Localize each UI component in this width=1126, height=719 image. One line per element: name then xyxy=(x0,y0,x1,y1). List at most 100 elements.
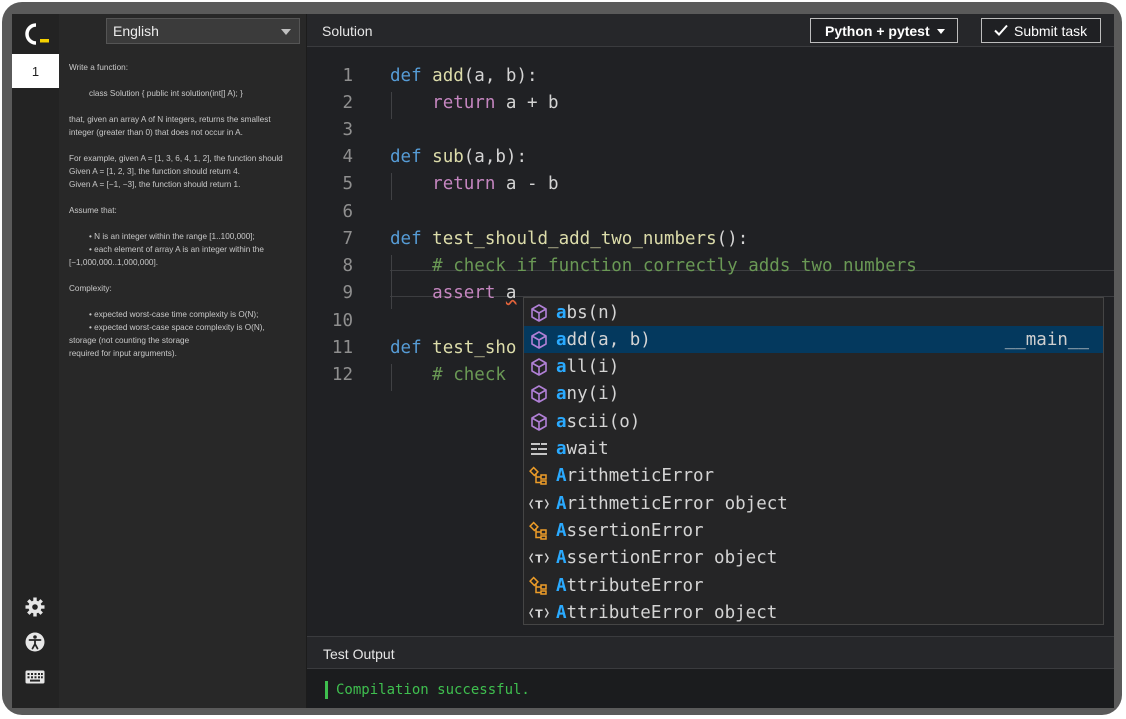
code-text: (a, b): xyxy=(463,66,538,86)
code-text: a + b xyxy=(495,93,559,113)
test-output-header: Test Output xyxy=(307,636,1114,669)
keyword-icon xyxy=(528,438,550,460)
code-keyword: def xyxy=(390,338,422,358)
class-icon xyxy=(528,520,550,542)
framework-select[interactable]: Python + pytest xyxy=(810,18,958,43)
desc-line: • expected worst-case time complexity is… xyxy=(89,310,259,319)
left-rail: 1 xyxy=(12,14,59,708)
suggestion-label: ttributeError object xyxy=(566,602,778,623)
code-comment: # check xyxy=(432,365,506,385)
line-number: 9 xyxy=(342,283,353,303)
suggestion-match: a xyxy=(556,329,567,350)
suggestion-label: ssertionError object xyxy=(566,548,778,569)
suggestion-match: a xyxy=(556,384,567,405)
accessibility-icon[interactable] xyxy=(24,631,46,653)
suggestion-detail: __main__ xyxy=(1004,329,1089,350)
line-number: 12 xyxy=(331,365,353,385)
code-line: return a + b xyxy=(390,93,559,113)
test-output-message: Compilation successful. xyxy=(336,682,530,698)
test-output-title: Test Output xyxy=(323,646,395,662)
keyboard-icon[interactable] xyxy=(24,666,46,688)
suggestion-label: rithmeticError object xyxy=(566,493,788,514)
suggestion-match: A xyxy=(556,466,567,487)
test-output-panel: Compilation successful. xyxy=(307,669,1114,708)
code-comment: # check if function correctly adds two n… xyxy=(432,256,917,276)
type-param-icon xyxy=(528,547,550,569)
autocomplete-popup: a bs(n) a dd(a, b) __main__ a ll(i) a ny(i) a scii… xyxy=(523,297,1104,625)
language-select[interactable]: English xyxy=(106,18,300,44)
suggestion-item[interactable]: ArithmeticError xyxy=(524,463,1103,490)
chevron-down-icon xyxy=(281,29,291,35)
suggestion-item[interactable]: ArithmeticError object xyxy=(524,490,1103,517)
cube-icon xyxy=(528,411,550,433)
caret-down-icon xyxy=(937,29,945,34)
code-line: def sub(a,b): xyxy=(390,147,527,167)
suggestion-item[interactable]: AssertionError object xyxy=(524,545,1103,572)
type-param-icon xyxy=(528,602,550,624)
suggestion-item[interactable]: AttributeError object xyxy=(524,599,1103,626)
cube-icon xyxy=(528,329,550,351)
code-line: def test_should_add_two_numbers(): xyxy=(390,229,748,249)
suggestion-match: A xyxy=(556,602,567,623)
line-number: 8 xyxy=(342,256,353,276)
code-keyword: return xyxy=(432,93,496,113)
code-line: def add(a, b): xyxy=(390,66,538,86)
suggestion-item[interactable]: a scii(o) xyxy=(524,408,1103,435)
desc-line: • expected worst-case space complexity i… xyxy=(89,323,265,332)
success-marker xyxy=(325,681,328,699)
suggestion-item[interactable]: a ll(i) xyxy=(524,354,1103,381)
submit-task-label: Submit task xyxy=(1014,22,1088,39)
suggestion-match: A xyxy=(556,493,567,514)
desc-line: Given A = [1, 2, 3], the function should… xyxy=(69,167,240,176)
suggestion-label: wait xyxy=(566,439,609,459)
logo-icon xyxy=(20,20,54,48)
code-function-name: add xyxy=(432,66,464,86)
submit-task-button[interactable]: Submit task xyxy=(981,18,1101,43)
suggestion-match: a xyxy=(556,411,567,432)
description-text: Write a function: class Solution { publi… xyxy=(69,61,295,360)
suggestion-label: rithmeticError xyxy=(566,466,715,487)
suggestion-label: ll(i) xyxy=(566,357,620,378)
desc-line: Given A = [−1, −3], the function should … xyxy=(69,180,241,189)
type-param-icon xyxy=(528,493,550,515)
cube-icon xyxy=(528,356,550,378)
desc-line: [−1,000,000..1,000,000]. xyxy=(69,258,159,267)
code-function-name: test_should_add_two_numbers xyxy=(432,229,717,249)
desc-line: • N is an integer within the range [1..1… xyxy=(89,232,255,241)
code-text: (a,b): xyxy=(463,147,527,167)
desc-line: Write a function: xyxy=(69,63,129,72)
solution-title: Solution xyxy=(322,23,373,39)
cube-icon xyxy=(528,302,550,324)
class-icon xyxy=(528,575,550,597)
checkmark-icon xyxy=(994,23,1008,39)
task-tab[interactable]: 1 xyxy=(12,54,59,88)
code-keyword: def xyxy=(390,147,422,167)
language-select-value: English xyxy=(113,23,159,39)
suggestion-match: A xyxy=(556,548,567,569)
line-number: 1 xyxy=(342,66,353,86)
code-keyword: def xyxy=(390,229,422,249)
task-description-panel: English Write a function: class Solution… xyxy=(59,14,307,708)
suggestion-item[interactable]: a wait xyxy=(524,436,1103,463)
line-number: 7 xyxy=(342,229,353,249)
desc-line: that, given an array A of N integers, re… xyxy=(69,115,271,137)
suggestion-match: A xyxy=(556,520,567,541)
desc-line: Assume that: xyxy=(69,206,117,215)
desc-line: storage (not counting the storage xyxy=(69,336,190,345)
suggestion-item[interactable]: AssertionError xyxy=(524,517,1103,544)
line-number: 6 xyxy=(342,202,353,222)
code-function-name: test_sho xyxy=(432,338,517,358)
code-line: return a - b xyxy=(390,174,559,194)
desc-line: Complexity: xyxy=(69,284,112,293)
suggestion-item[interactable]: a bs(n) xyxy=(524,299,1103,326)
line-number: 4 xyxy=(342,147,353,167)
code-keyword: assert xyxy=(432,283,496,303)
suggestion-item[interactable]: AttributeError xyxy=(524,572,1103,599)
code-variable: a xyxy=(505,283,517,303)
code-line: # check if function correctly adds two n… xyxy=(390,256,917,276)
cube-icon xyxy=(528,383,550,405)
code-text: a - b xyxy=(495,174,559,194)
suggestion-item[interactable]: a dd(a, b) __main__ xyxy=(524,326,1103,354)
suggestion-item[interactable]: a ny(i) xyxy=(524,381,1103,408)
gear-icon[interactable] xyxy=(24,596,46,618)
